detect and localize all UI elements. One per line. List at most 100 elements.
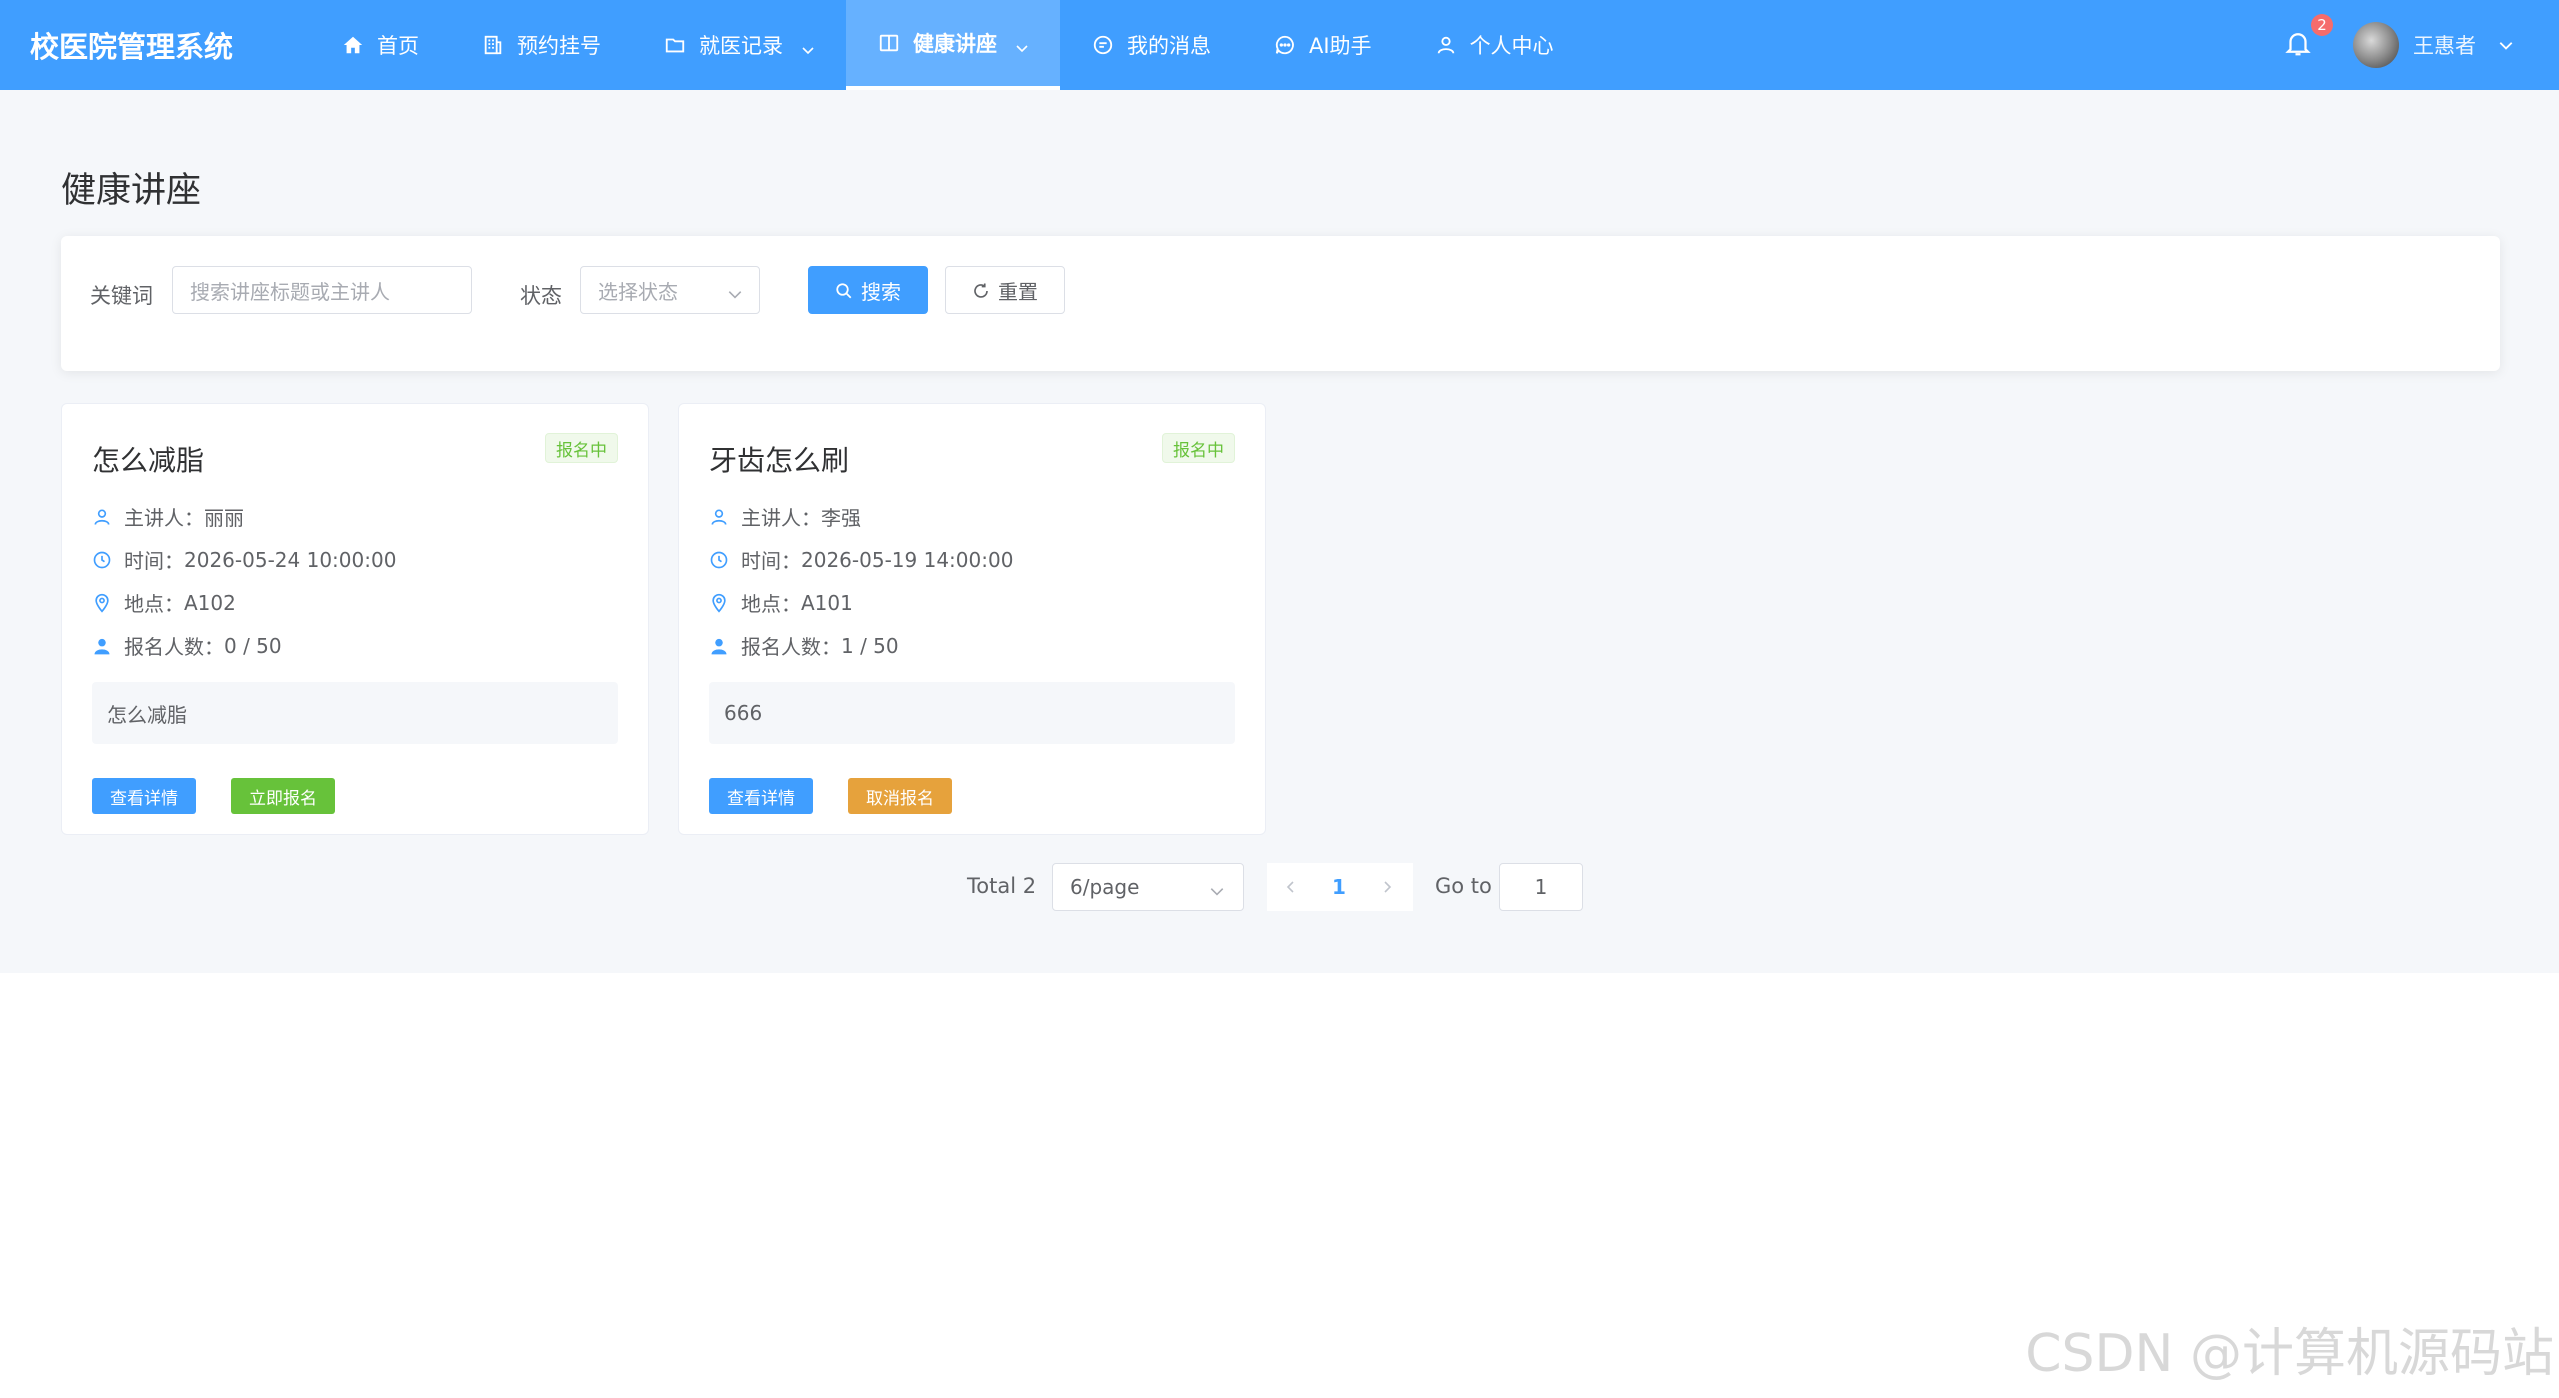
status-select[interactable]: 选择状态 <box>580 266 760 314</box>
count-label: 报名人数： <box>741 635 841 659</box>
location-row: 地点： A101 <box>709 588 853 617</box>
time-label: 时间： <box>741 549 801 573</box>
time-value: 2026-05-19 14:00:00 <box>801 547 1014 572</box>
view-detail-button[interactable]: 查看详情 <box>709 778 813 814</box>
location-label: 地点： <box>741 592 801 616</box>
count-value: 1 / 50 <box>841 633 899 658</box>
nav-item-ai[interactable]: AI助手 <box>1242 0 1403 90</box>
chevron-down-icon <box>801 38 815 55</box>
bell-icon <box>2285 33 2311 56</box>
clock-icon <box>92 550 112 570</box>
search-icon <box>835 281 853 299</box>
chevron-right-icon <box>1384 881 1392 893</box>
location-value: A102 <box>184 590 236 615</box>
nav-item-profile[interactable]: 个人中心 <box>1403 0 1585 90</box>
nav-label-ai: AI助手 <box>1309 34 1372 58</box>
pagination: Total 2 6/page 1 Go to 1 <box>0 863 2559 911</box>
notification-badge: 2 <box>2311 14 2333 36</box>
message-icon <box>1091 33 1115 57</box>
lecture-title: 怎么减脂 <box>92 444 205 477</box>
location-row: 地点： A102 <box>92 588 236 617</box>
speaker-row: 主讲人： 李强 <box>709 502 861 531</box>
time-value: 2026-05-24 10:00:00 <box>184 547 397 572</box>
avatar[interactable] <box>2353 22 2399 68</box>
nav-item-lectures[interactable]: 健康讲座 <box>846 0 1060 90</box>
location-icon <box>709 593 729 613</box>
count-value: 0 / 50 <box>224 633 282 658</box>
chat-icon <box>1273 33 1297 57</box>
nav-label-home: 首页 <box>377 34 419 58</box>
status-badge: 报名中 <box>1162 433 1235 463</box>
clock-icon <box>709 550 729 570</box>
refresh-icon <box>972 281 990 299</box>
filter-panel: 关键词 搜索讲座标题或主讲人 状态 选择状态 搜索 重置 <box>61 236 2500 371</box>
watermark: CSDN @计算机源码站 <box>2025 1324 2554 1384</box>
app-title: 校医院管理系统 <box>30 30 234 64</box>
lecture-card: 怎么减脂 报名中 主讲人： 丽丽 时间： 2026-05-24 10:00:00 地… <box>61 403 649 835</box>
home-icon <box>341 33 365 57</box>
time-row: 时间： 2026-05-19 14:00:00 <box>709 545 1013 574</box>
chevron-down-icon <box>1015 36 1029 53</box>
folder-icon <box>663 33 687 57</box>
main-nav: 首页 预约挂号 就医记录 健康讲座 我的消息 AI助手 个人中心 <box>310 0 1585 90</box>
book-icon <box>877 31 901 55</box>
nav-label-records: 就医记录 <box>699 34 783 58</box>
nav-item-messages[interactable]: 我的消息 <box>1060 0 1242 90</box>
main-content: 健康讲座 关键词 搜索讲座标题或主讲人 状态 选择状态 搜索 重置 怎么减脂 报… <box>0 90 2559 973</box>
nav-item-home[interactable]: 首页 <box>310 0 450 90</box>
page-size-value: 6/page <box>1070 875 1140 899</box>
page-title: 健康讲座 <box>61 171 202 211</box>
building-icon <box>481 33 505 57</box>
cancel-registration-button[interactable]: 取消报名 <box>848 778 952 814</box>
page-number-current[interactable]: 1 <box>1315 863 1363 911</box>
speaker-value: 丽丽 <box>204 506 244 530</box>
location-label: 地点： <box>124 592 184 616</box>
page-nav: 1 <box>1267 863 1413 911</box>
lecture-description: 666 <box>709 682 1235 744</box>
nav-label-appointment: 预约挂号 <box>517 34 601 58</box>
keyword-input[interactable]: 搜索讲座标题或主讲人 <box>172 266 472 314</box>
lecture-description: 怎么减脂 <box>92 682 618 744</box>
next-page-button[interactable] <box>1363 863 1411 911</box>
page-size-select[interactable]: 6/page <box>1052 863 1244 911</box>
username[interactable]: 王惠者 <box>2413 30 2476 60</box>
count-row: 报名人数： 0 / 50 <box>92 631 282 660</box>
top-nav-bar: 校医院管理系统 首页 预约挂号 就医记录 健康讲座 我的消息 AI助手 个人中心… <box>0 0 2559 90</box>
nav-label-profile: 个人中心 <box>1469 34 1554 58</box>
chevron-down-icon[interactable] <box>2498 37 2514 53</box>
notification-bell[interactable]: 2 <box>2283 14 2333 62</box>
speaker-value: 李强 <box>821 506 861 530</box>
view-detail-button[interactable]: 查看详情 <box>92 778 196 814</box>
reset-button-label: 重置 <box>998 279 1038 304</box>
search-button[interactable]: 搜索 <box>808 266 928 314</box>
chevron-down-icon <box>727 283 743 299</box>
location-value: A101 <box>801 590 853 615</box>
time-row: 时间： 2026-05-24 10:00:00 <box>92 545 396 574</box>
keyword-placeholder: 搜索讲座标题或主讲人 <box>190 279 390 304</box>
nav-item-appointment[interactable]: 预约挂号 <box>450 0 632 90</box>
goto-page-input[interactable]: 1 <box>1499 863 1583 911</box>
status-badge: 报名中 <box>545 433 618 463</box>
count-row: 报名人数： 1 / 50 <box>709 631 899 660</box>
keyword-label: 关键词 <box>90 284 153 308</box>
chevron-left-icon <box>1286 881 1294 893</box>
pagination-total: Total 2 <box>967 874 1037 898</box>
speaker-label: 主讲人： <box>741 506 821 530</box>
user-icon <box>92 507 112 527</box>
nav-item-records[interactable]: 就医记录 <box>632 0 846 90</box>
user-area: 2 王惠者 <box>2283 0 2514 90</box>
register-button[interactable]: 立即报名 <box>231 778 335 814</box>
user-icon <box>709 507 729 527</box>
location-icon <box>92 593 112 613</box>
status-placeholder: 选择状态 <box>598 279 678 304</box>
prev-page-button[interactable] <box>1267 863 1315 911</box>
lecture-title: 牙齿怎么刷 <box>709 444 850 477</box>
lecture-card: 牙齿怎么刷 报名中 主讲人： 李强 时间： 2026-05-19 14:00:00 … <box>678 403 1266 835</box>
reset-button[interactable]: 重置 <box>945 266 1065 314</box>
speaker-label: 主讲人： <box>124 506 204 530</box>
count-label: 报名人数： <box>124 635 224 659</box>
time-label: 时间： <box>124 549 184 573</box>
chevron-down-icon <box>1209 880 1225 896</box>
user-filled-icon <box>709 636 729 656</box>
nav-label-messages: 我的消息 <box>1127 34 1211 58</box>
